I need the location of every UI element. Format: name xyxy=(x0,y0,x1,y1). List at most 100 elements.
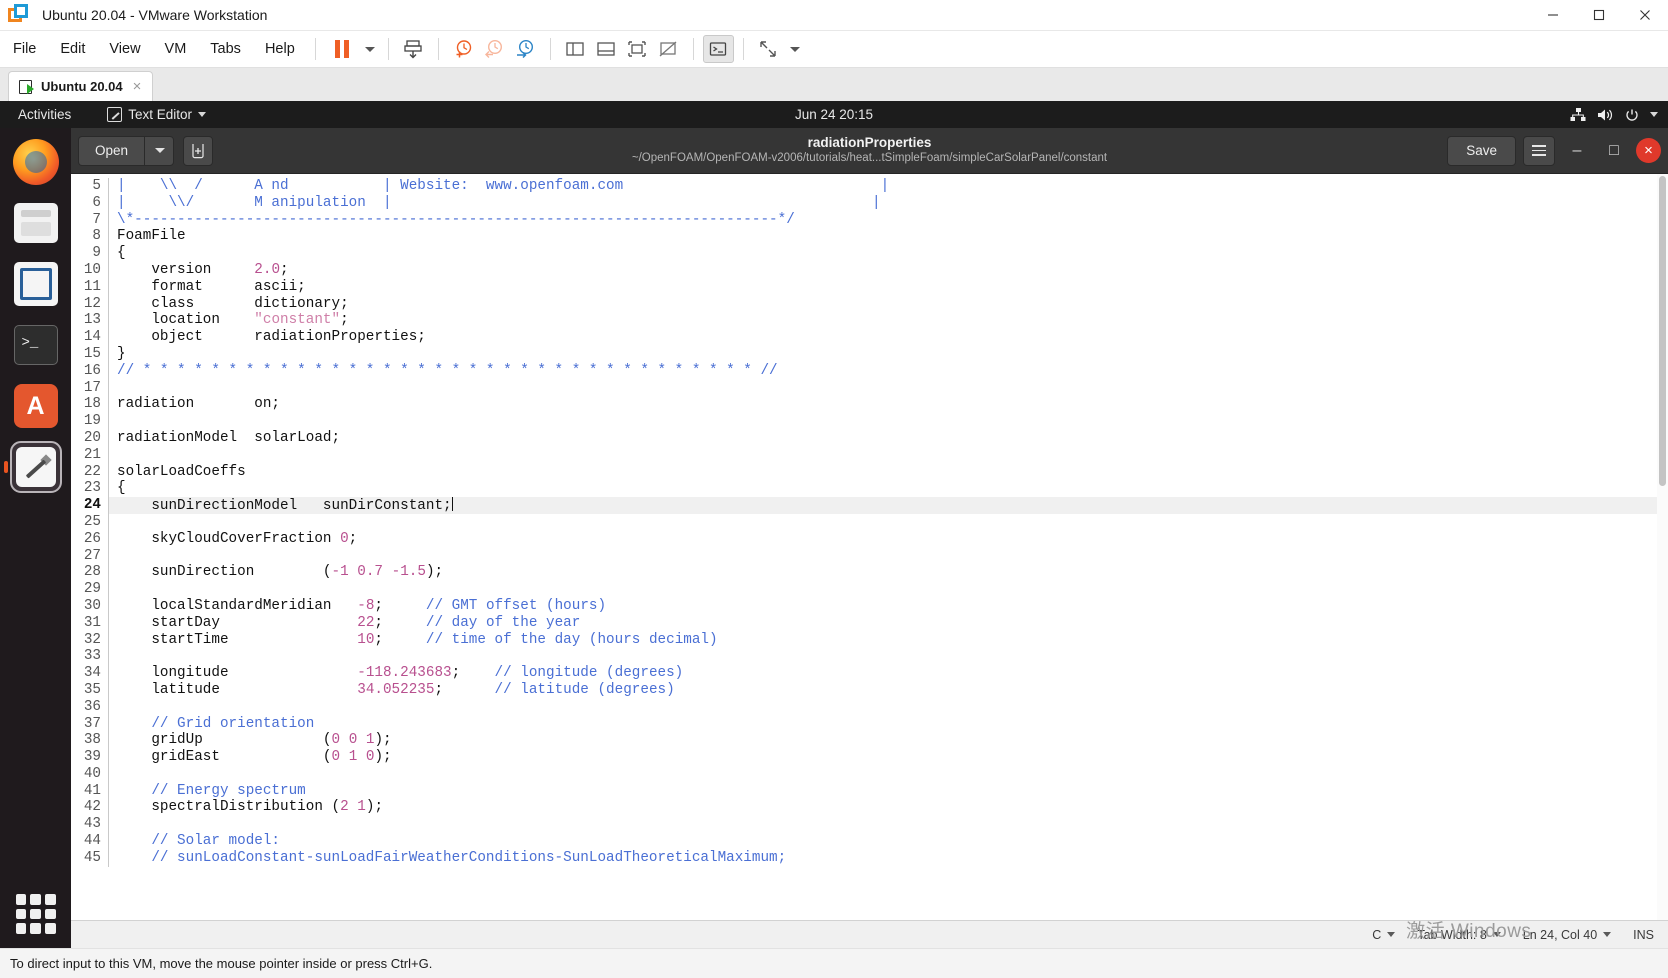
menu-view[interactable]: View xyxy=(98,37,151,61)
code-line[interactable]: 43 xyxy=(71,816,1668,834)
code-line[interactable]: 25 xyxy=(71,513,1668,531)
text-editor-window: Open radiationProperties ~/OpenFOAM/Open… xyxy=(71,128,1668,948)
code-line[interactable]: 42 spectralDistribution (2 1); xyxy=(71,799,1668,817)
code-line[interactable]: 40 xyxy=(71,765,1668,783)
dock-item-text-editor[interactable] xyxy=(9,441,62,493)
code-line[interactable]: 45 // sunLoadConstant-sunLoadFairWeather… xyxy=(71,849,1668,867)
code-line[interactable]: 41 // Energy spectrum xyxy=(71,782,1668,800)
code-line[interactable]: 31 startDay 22; // day of the year xyxy=(71,614,1668,632)
console-view-icon[interactable] xyxy=(702,35,734,63)
vm-tab-ubuntu[interactable]: Ubuntu 20.04 × xyxy=(8,71,154,101)
code-line-text: startDay 22; // day of the year xyxy=(117,614,581,631)
code-line[interactable]: 16 // * * * * * * * * * * * * * * * * * *… xyxy=(71,362,1668,380)
dock-item-terminal[interactable] xyxy=(10,319,62,371)
app-menu-button[interactable]: Text Editor xyxy=(107,107,207,122)
code-line[interactable]: 18 radiation on; xyxy=(71,396,1668,414)
dock-item-ubuntu-software[interactable]: A xyxy=(10,380,62,432)
code-line[interactable]: 6 | \\/ M anipulation | | xyxy=(71,194,1668,212)
code-line[interactable]: 14 object radiationProperties; xyxy=(71,329,1668,346)
code-line[interactable]: 30 localStandardMeridian -8; // GMT offs… xyxy=(71,597,1668,615)
menu-help[interactable]: Help xyxy=(254,37,306,61)
close-icon[interactable]: × xyxy=(130,79,145,94)
editor-area[interactable]: 5 | \\ / A nd | Website: www.openfoam.com… xyxy=(71,174,1668,920)
take-snapshot-icon[interactable] xyxy=(448,35,479,63)
show-applications-icon[interactable] xyxy=(15,894,56,934)
code-line[interactable]: 27 xyxy=(71,547,1668,565)
minimize-icon[interactable] xyxy=(1530,0,1576,30)
code-line[interactable]: 5 | \\ / A nd | Website: www.openfoam.com… xyxy=(71,178,1668,195)
line-number: 24 xyxy=(71,497,109,514)
code-line[interactable]: 33 xyxy=(71,648,1668,666)
code-line[interactable]: 8 FoamFile xyxy=(71,228,1668,246)
code-line[interactable]: 24 sunDirectionModel sunDirConstant; xyxy=(71,497,1668,514)
stretch-dropdown-caret[interactable] xyxy=(784,35,804,63)
maximize-icon[interactable]: □ xyxy=(1599,136,1629,166)
code-line[interactable]: 29 xyxy=(71,581,1668,598)
save-button[interactable]: Save xyxy=(1447,135,1516,166)
code-line[interactable]: 34 longitude -118.243683; // longitude (… xyxy=(71,665,1668,682)
line-number: 13 xyxy=(71,312,109,330)
dock-item-libreoffice-writer[interactable] xyxy=(10,258,62,310)
menu-tabs[interactable]: Tabs xyxy=(199,37,252,61)
close-icon[interactable] xyxy=(1622,0,1668,30)
code-line[interactable]: 20 radiationModel solarLoad; xyxy=(71,429,1668,447)
snapshot-icon[interactable] xyxy=(398,35,429,63)
dock-item-files[interactable] xyxy=(10,197,62,249)
code-line[interactable]: 17 xyxy=(71,379,1668,397)
code-line[interactable]: 11 format ascii; xyxy=(71,278,1668,296)
volume-icon[interactable] xyxy=(1597,108,1614,122)
new-tab-button[interactable] xyxy=(183,135,214,166)
system-tray[interactable] xyxy=(1570,107,1658,122)
stretch-view-icon[interactable] xyxy=(753,35,784,63)
code-line[interactable]: 36 xyxy=(71,698,1668,716)
minimize-icon[interactable]: – xyxy=(1562,136,1592,166)
code-line[interactable]: 23 { xyxy=(71,480,1668,498)
activities-button[interactable]: Activities xyxy=(10,107,79,122)
code-line[interactable]: 10 version 2.0; xyxy=(71,261,1668,279)
code-line[interactable]: 9{ xyxy=(71,245,1668,262)
show-left-pane-icon[interactable] xyxy=(560,35,591,63)
code-line[interactable]: 37 // Grid orientation xyxy=(71,715,1668,733)
code-line[interactable]: 38 gridUp (0 0 1); xyxy=(71,732,1668,750)
maximize-icon[interactable] xyxy=(1576,0,1622,30)
code-line[interactable]: 39 gridEast (0 1 0); xyxy=(71,749,1668,766)
code-line[interactable]: 28 sunDirection (-1 0.7 -1.5); xyxy=(71,564,1668,582)
snapshot-manager-icon[interactable] xyxy=(510,35,541,63)
menu-file[interactable]: File xyxy=(2,37,47,61)
show-bottom-pane-icon[interactable] xyxy=(591,35,622,63)
code-line[interactable]: 21 xyxy=(71,446,1668,464)
code-line[interactable]: 13 location "constant"; xyxy=(71,312,1668,330)
code-line[interactable]: 32 startTime 10; // time of the day (hou… xyxy=(71,631,1668,649)
network-icon[interactable] xyxy=(1570,107,1586,122)
code-line-text: FoamFile xyxy=(117,228,186,245)
hamburger-menu-icon[interactable] xyxy=(1523,135,1555,166)
open-dropdown-caret[interactable] xyxy=(144,135,175,166)
fullscreen-icon[interactable] xyxy=(622,35,653,63)
code-line[interactable]: 35 latitude 34.052235; // latitude (degr… xyxy=(71,681,1668,699)
close-icon[interactable]: × xyxy=(1636,138,1661,163)
line-number: 6 xyxy=(71,194,109,212)
code-line[interactable]: 19 xyxy=(71,413,1668,430)
code-line[interactable]: 44 // Solar model: xyxy=(71,833,1668,850)
language-selector[interactable]: C xyxy=(1372,928,1396,942)
open-button[interactable]: Open xyxy=(78,135,145,166)
vertical-scrollbar[interactable] xyxy=(1657,174,1668,920)
pause-icon[interactable] xyxy=(325,35,359,63)
cursor-position[interactable]: Ln 24, Col 40 xyxy=(1523,928,1612,942)
code-line[interactable]: 26 skyCloudCoverFraction 0; xyxy=(71,530,1668,548)
menu-edit[interactable]: Edit xyxy=(49,37,96,61)
system-menu-caret[interactable] xyxy=(1650,112,1658,117)
code-line[interactable]: 7 \*-------------------------------------… xyxy=(71,211,1668,229)
dock-item-firefox[interactable] xyxy=(10,136,62,188)
menu-vm[interactable]: VM xyxy=(154,37,198,61)
pause-dropdown-caret[interactable] xyxy=(359,35,379,63)
tab-width-selector[interactable]: Tab Width: 8 xyxy=(1417,928,1501,942)
code-line[interactable]: 22 solarLoadCoeffs xyxy=(71,463,1668,481)
code-line[interactable]: 15} xyxy=(71,345,1668,363)
clock[interactable]: Jun 24 20:15 xyxy=(795,107,873,122)
power-icon[interactable] xyxy=(1625,108,1639,122)
source-code-view[interactable]: 5 | \\ / A nd | Website: www.openfoam.com… xyxy=(71,174,1668,920)
revert-snapshot-icon[interactable] xyxy=(479,35,510,63)
code-line[interactable]: 12 class dictionary; xyxy=(71,295,1668,313)
unity-mode-icon[interactable] xyxy=(653,35,684,63)
